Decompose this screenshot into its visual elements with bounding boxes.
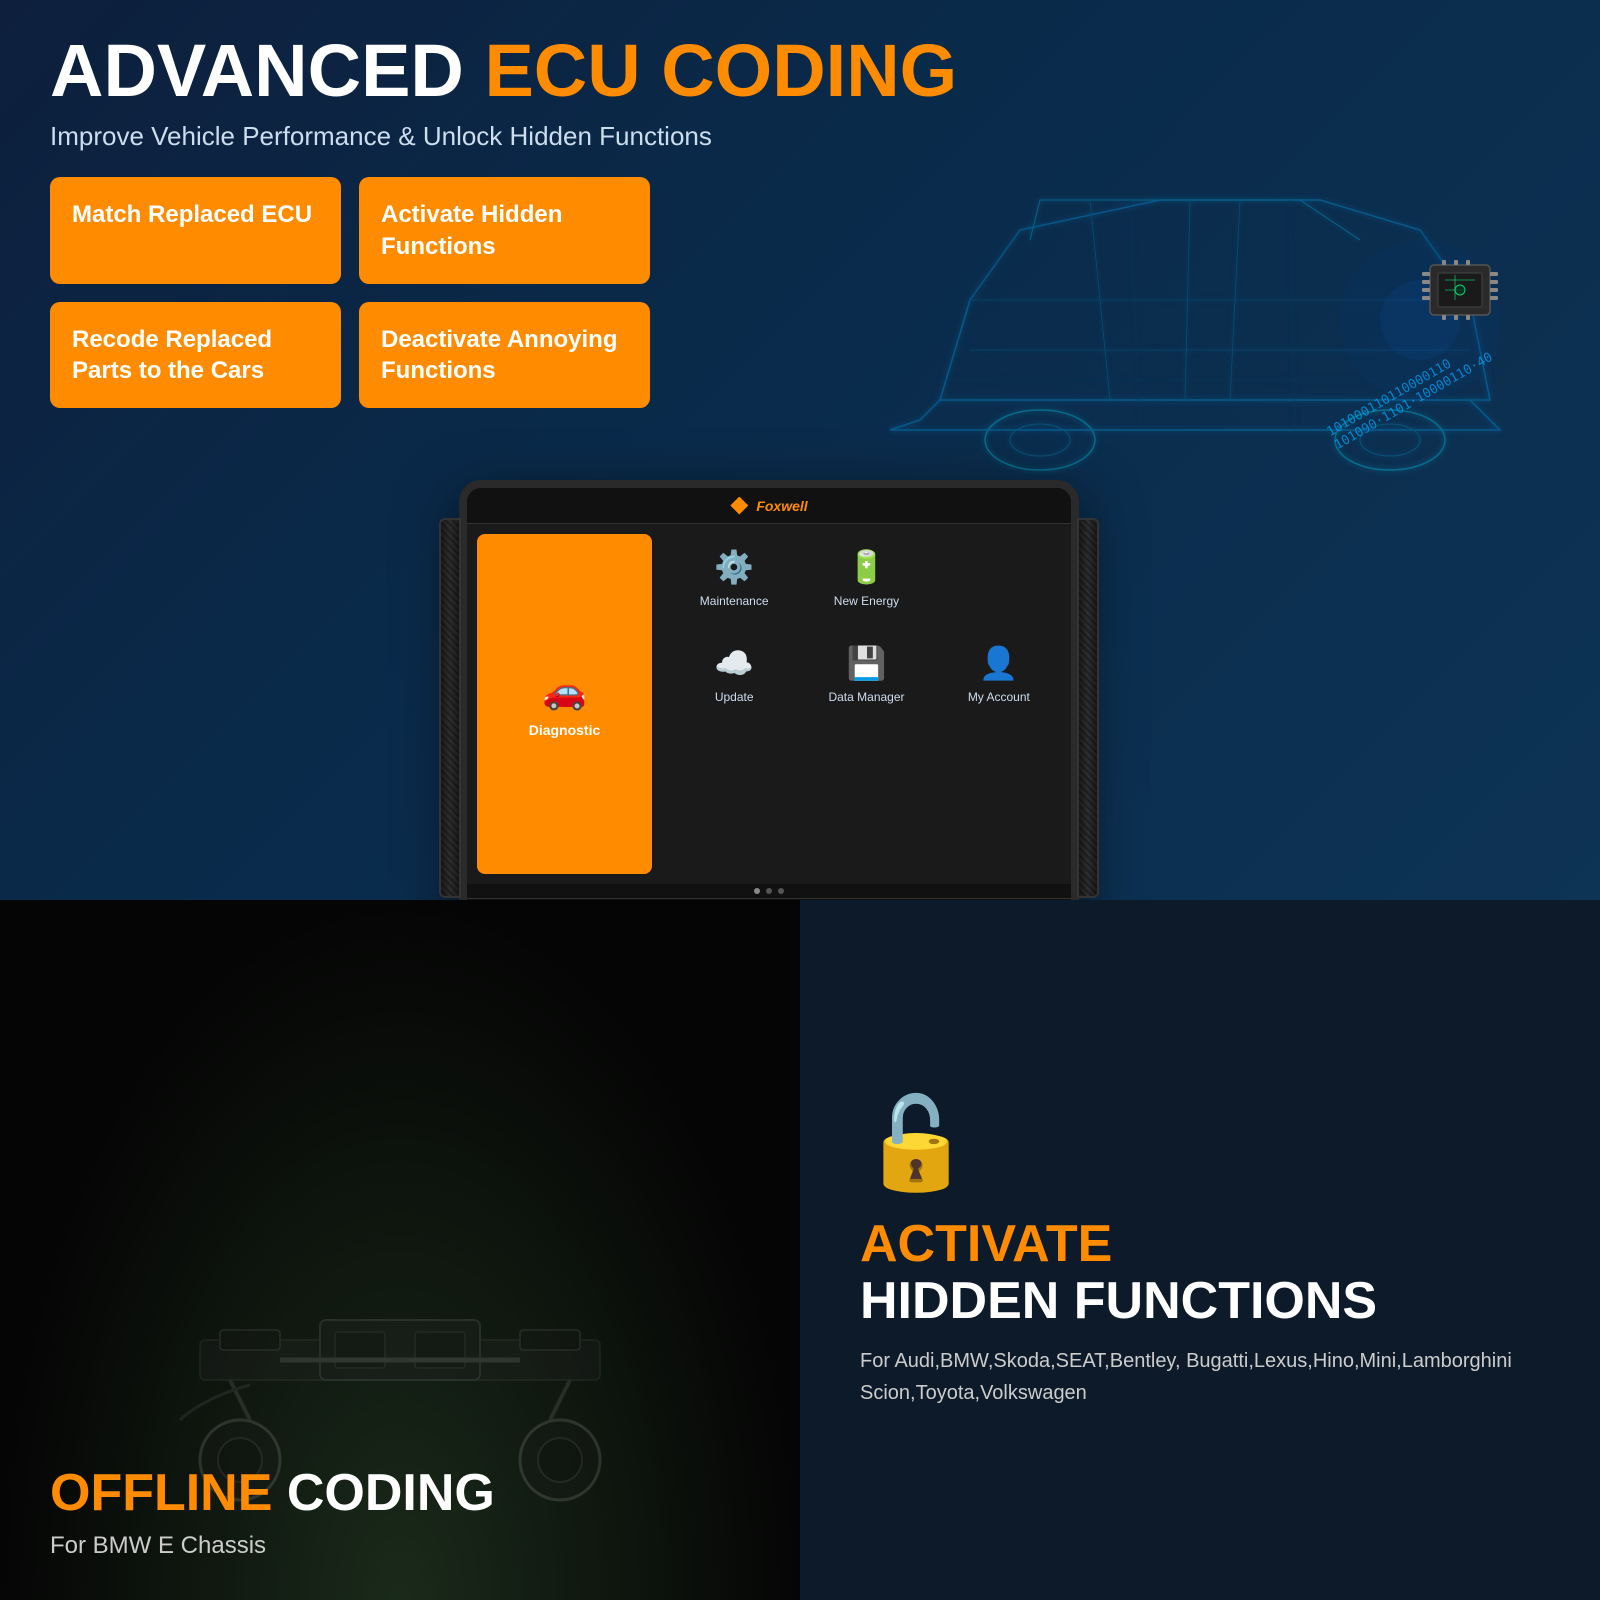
data-manager-icon: 💾: [847, 644, 887, 682]
activate-description: For Audi,BMW,Skoda,SEAT,Bentley, Bugatti…: [860, 1345, 1540, 1409]
app-empty-top-right: [937, 534, 1061, 622]
feature-btn-match-ecu[interactable]: Match Replaced ECU: [50, 177, 341, 283]
update-label: Update: [715, 690, 754, 704]
dot-3: [778, 888, 784, 894]
feature-grid: Match Replaced ECU Activate Hidden Funct…: [50, 177, 650, 408]
bottom-section: OFFLINE CODING For BMW E Chassis 🔓 ACTIV…: [0, 900, 1600, 1600]
offline-title-part1: OFFLINE: [50, 1464, 272, 1522]
tablet-app-grid: ⚙️ Maintenance 🔋 New Energy ☁️ Update 💾: [662, 524, 1071, 884]
update-icon: ☁️: [714, 644, 754, 682]
feature-btn-deactivate[interactable]: Deactivate Annoying Functions: [359, 302, 650, 408]
app-update[interactable]: ☁️ Update: [672, 630, 796, 718]
foxwell-brand-name: Foxwell: [756, 498, 807, 514]
tablet-grip-left: [439, 518, 461, 898]
dot-1: [754, 888, 760, 894]
diagnostic-label: Diagnostic: [529, 722, 601, 738]
tablet-device: Foxwell 🚗 Diagnostic ⚙️ Maintenance: [459, 480, 1079, 900]
diagnostic-icon: 🚗: [542, 670, 587, 712]
tablet-bottom-bar: ← ⌂ ▣ 📷 ✏ VCI 🚘 ✕ ↑ ≡ ⚡ 📶 87% 09:11: [467, 898, 1071, 900]
bottom-left-panel: OFFLINE CODING For BMW E Chassis: [0, 900, 800, 1600]
lock-icon: 🔓: [860, 1091, 1540, 1196]
screen-dots: [467, 884, 1071, 898]
hidden-functions-word: HIDDEN FUNCTIONS: [860, 1272, 1377, 1330]
data-manager-label: Data Manager: [828, 690, 904, 704]
my-account-icon: 👤: [979, 644, 1019, 682]
top-section: 101000110110000110 101090·1101·10000110·…: [0, 0, 1600, 900]
diagnostic-panel[interactable]: 🚗 Diagnostic: [477, 534, 652, 874]
app-my-account[interactable]: 👤 My Account: [937, 630, 1061, 718]
foxwell-logo-icon: [730, 497, 748, 515]
main-title: ADVANCED ECU CODING: [50, 30, 1550, 111]
my-account-label: My Account: [968, 690, 1030, 704]
activate-word: ACTIVATE: [860, 1215, 1112, 1273]
header-area: ADVANCED ECU CODING Improve Vehicle Perf…: [50, 30, 1550, 152]
tablet-screen: 🚗 Diagnostic ⚙️ Maintenance 🔋 New Energy: [467, 524, 1071, 884]
offline-title: OFFLINE CODING: [50, 1465, 750, 1522]
title-part1: ADVANCED: [50, 29, 464, 112]
foxwell-logo: Foxwell: [730, 497, 807, 515]
app-maintenance[interactable]: ⚙️ Maintenance: [672, 534, 796, 622]
feature-btn-recode-parts[interactable]: Recode Replaced Parts to the Cars: [50, 302, 341, 408]
app-new-energy[interactable]: 🔋 New Energy: [804, 534, 928, 622]
title-part2: ECU CODING: [484, 29, 957, 112]
maintenance-icon: ⚙️: [714, 548, 754, 586]
app-data-manager[interactable]: 💾 Data Manager: [804, 630, 928, 718]
dot-2: [766, 888, 772, 894]
maintenance-label: Maintenance: [700, 594, 769, 608]
activate-title: ACTIVATE HIDDEN FUNCTIONS: [860, 1216, 1540, 1330]
tablet-top-bar: Foxwell: [467, 488, 1071, 524]
ecu-chip-float: [1410, 250, 1510, 335]
coding-label: CODING: [287, 1464, 495, 1522]
new-energy-label: New Energy: [834, 594, 899, 608]
subtitle: Improve Vehicle Performance & Unlock Hid…: [50, 121, 1550, 152]
feature-btn-activate-hidden[interactable]: Activate Hidden Functions: [359, 177, 650, 283]
offline-subtitle: For BMW E Chassis: [50, 1532, 750, 1560]
bottom-right-panel: 🔓 ACTIVATE HIDDEN FUNCTIONS For Audi,BMW…: [800, 900, 1600, 1600]
tablet-grip-right: [1077, 518, 1099, 898]
new-energy-icon: 🔋: [847, 548, 887, 586]
